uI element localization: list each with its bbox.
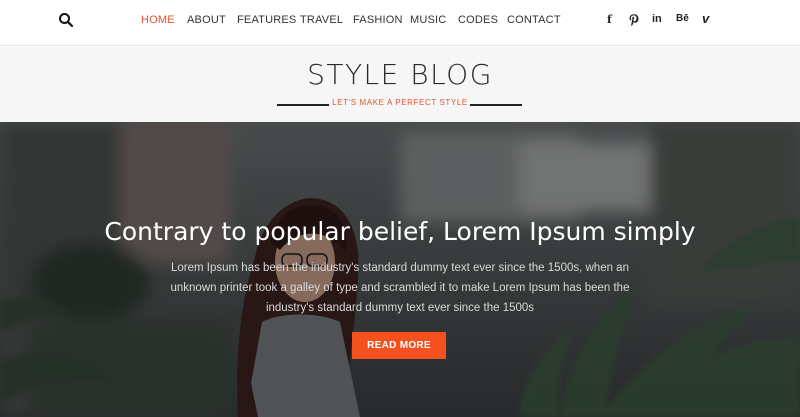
hero-description: Lorem Ipsum has been the industry's stan… [170, 262, 630, 314]
nav-item-about[interactable]: ABOUT [187, 14, 226, 26]
behance-icon[interactable]: Bē [676, 13, 689, 24]
nav-item-codes[interactable]: CODES [458, 14, 498, 26]
nav-item-features[interactable]: FEATURES [237, 14, 296, 26]
nav-item-music[interactable]: MUSIC [410, 14, 446, 26]
nav-item-travel[interactable]: TRAVEL [300, 14, 343, 26]
hero-banner: Contrary to popular belief, Lorem Ipsum … [0, 122, 800, 417]
site-title[interactable]: STYLE BLOG [0, 58, 800, 91]
nav-item-fashion[interactable]: FASHION [353, 14, 403, 26]
site-header: STYLE BLOG LET'S MAKE A PERFECT STYLE [0, 47, 800, 122]
hero-title: Contrary to popular belief, Lorem Ipsum … [104, 217, 696, 246]
vimeo-icon[interactable]: v [702, 11, 709, 26]
linkedin-icon[interactable]: in [652, 13, 662, 25]
facebook-icon[interactable]: f [607, 13, 612, 26]
nav-item-home[interactable]: HOME [141, 14, 175, 26]
tagline-row: LET'S MAKE A PERFECT STYLE [0, 98, 800, 112]
read-more-button[interactable]: READ MORE [352, 332, 446, 359]
pinterest-icon[interactable] [628, 13, 640, 29]
tagline-divider-right [470, 104, 522, 106]
tagline: LET'S MAKE A PERFECT STYLE [332, 98, 468, 107]
top-navbar: HOME ABOUT FEATURES TRAVEL FASHION MUSIC… [0, 0, 800, 46]
nav-item-contact[interactable]: CONTACT [507, 14, 561, 26]
